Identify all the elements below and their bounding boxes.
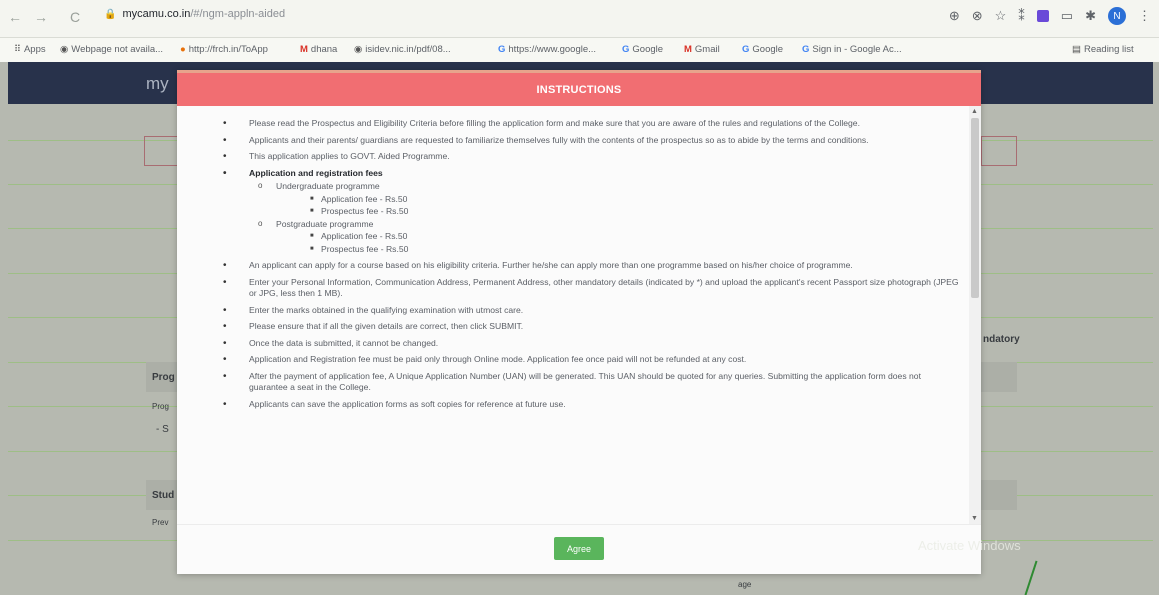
bookmark-item[interactable]: ● http://frch.in/ToApp [180,44,268,55]
instructions-list: Please read the Prospectus and Eligibili… [221,118,961,415]
share-icon[interactable]: ⊗ [972,8,983,24]
ug-application-fee: Application fee - Rs.50 [276,194,961,206]
modal-title: INSTRUCTIONS [536,84,622,96]
url-path: /#/ngm-appln-aided [190,8,286,20]
modal-scrollbar[interactable]: ▲ ▼ [969,106,981,524]
extension-icon[interactable]: ⁑ [1018,8,1025,24]
list-item: Once the data is submitted, it cannot be… [221,338,961,350]
pg-prospectus-fee: Prospectus fee - Rs.50 [276,244,961,256]
reload-icon[interactable]: C [70,9,80,25]
list-item: Application and Registration fee must be… [221,354,961,366]
reading-list[interactable]: ▤ Reading list [1072,44,1134,55]
apps-icon: ⠿ [14,44,21,55]
agree-button[interactable]: Agree [554,537,604,560]
globe-icon: ◉ [60,44,69,55]
url-host: mycamu.co.in [122,8,191,20]
modal-footer: Agree [177,524,981,575]
scroll-down-icon[interactable]: ▼ [971,515,978,522]
google-icon: G [622,44,630,55]
instructions-modal: INSTRUCTIONS Please read the Prospectus … [177,70,981,574]
bookmarks-bar: ⠿ Apps ◉ Webpage not availa... ● http://frc… [0,38,1159,62]
pg-fee-list: Application fee - Rs.50 Prospectus fee -… [276,231,961,255]
google-icon: G [742,44,750,55]
bookmark-icon: ● [180,44,186,55]
globe-icon: ◉ [354,44,363,55]
bookmark-item[interactable]: Ghttps://www.google... [498,44,596,55]
bookmark-item[interactable]: ◉ isidev.nic.in/pdf/08... [354,44,451,55]
bookmark-item[interactable]: M Gmail [684,44,720,55]
ug-fee-list: Application fee - Rs.50 Prospectus fee -… [276,194,961,218]
list-item: This application applies to GOVT. Aided … [221,151,961,163]
address-bar[interactable]: 🔒 mycamu.co.in/#/ngm-appln-aided [104,8,285,20]
fees-sublist: Undergraduate programme Application fee … [249,180,961,256]
fees-heading: Application and registration fees [249,167,383,178]
modal-body: Please read the Prospectus and Eligibili… [177,106,981,524]
ug-programme: Undergraduate programme Application fee … [249,180,961,218]
modal-header: INSTRUCTIONS [177,70,981,106]
extension-purple-icon[interactable] [1036,10,1049,22]
list-item: Enter your Personal Information, Communi… [221,277,961,300]
bookmark-item[interactable]: Mdhana [300,44,337,55]
browser-toolbar: ← → C 🔒 mycamu.co.in/#/ngm-appln-aided ⊕ … [0,0,1159,38]
list-item: Please read the Prospectus and Eligibili… [221,118,961,130]
list-item: Applicants and their parents/ guardians … [221,135,961,147]
list-item: Please ensure that if all the given deta… [221,321,961,333]
menu-dots-icon[interactable]: ⋮ [1138,8,1151,24]
list-item: After the payment of application fee, A … [221,371,961,394]
fees-list-item: Application and registration fees Underg… [221,168,961,256]
gmail-icon: M [300,44,308,55]
list-item: Enter the marks obtained in the qualifyi… [221,305,961,317]
pg-application-fee: Application fee - Rs.50 [276,231,961,243]
bookmark-apps[interactable]: ⠿ Apps [14,44,46,55]
reading-list-icon: ▤ [1072,44,1081,55]
star-icon[interactable]: ☆ [995,8,1007,24]
toolbar-icons: ⊕ ⊗ ☆ ⁑ ▭ ✱ N ⋮ [949,7,1151,25]
back-arrow-icon[interactable]: ← [8,9,22,25]
list-item: An applicant can apply for a course base… [221,260,961,272]
bookmark-item[interactable]: ◉ Webpage not availa... [60,44,163,55]
profile-avatar[interactable]: N [1108,7,1126,25]
google-icon: G [498,44,506,55]
cast-icon[interactable]: ▭ [1061,8,1073,24]
lock-icon: 🔒 [104,9,117,20]
windows-watermark: Activate Windows [918,538,1021,553]
puzzle-icon[interactable]: ✱ [1085,8,1096,24]
bookmark-item[interactable]: G Sign in - Google Ac... [802,44,902,55]
gmail-icon: M [684,44,692,55]
bookmark-item[interactable]: G Google [622,44,663,55]
forward-arrow-icon[interactable]: → [34,9,48,25]
list-item: Applicants can save the application form… [221,399,961,411]
zoom-icon[interactable]: ⊕ [949,8,960,24]
ug-prospectus-fee: Prospectus fee - Rs.50 [276,206,961,218]
pg-programme: Postgraduate programme Application fee -… [249,218,961,256]
bookmark-item[interactable]: G Google [742,44,783,55]
google-icon: G [802,44,810,55]
scrollbar-thumb[interactable] [971,118,979,298]
scroll-up-icon[interactable]: ▲ [971,108,978,115]
